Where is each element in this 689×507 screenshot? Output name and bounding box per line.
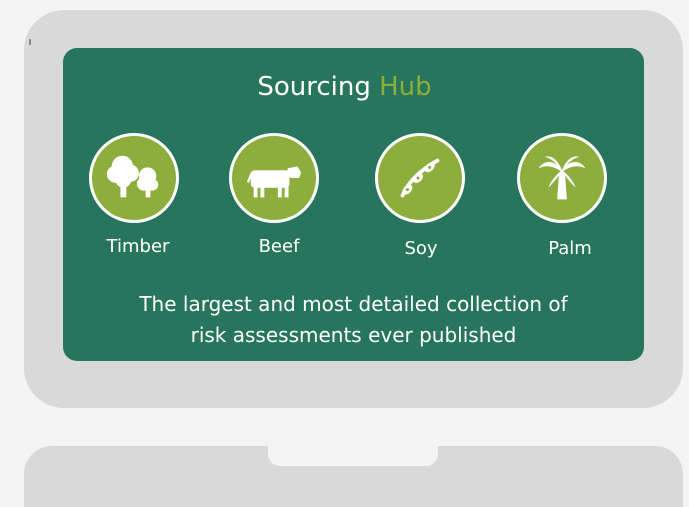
hub-title-accent: Hub xyxy=(379,72,432,102)
soy-button[interactable] xyxy=(375,133,465,223)
hub-title: Sourcing Hub xyxy=(0,70,689,104)
tagline: The largest and most detailed collection… xyxy=(63,289,644,351)
cow-icon xyxy=(246,166,302,198)
palm-button[interactable] xyxy=(517,133,607,223)
timber-button[interactable] xyxy=(89,133,179,223)
soybean-icon xyxy=(400,158,440,198)
timber-label: Timber xyxy=(106,236,170,257)
palm-label: Palm xyxy=(548,238,592,259)
palm-tree-icon xyxy=(538,156,586,200)
tagline-line-1: The largest and most detailed collection… xyxy=(139,292,568,316)
corner-mark xyxy=(29,39,31,45)
beef-label: Beef xyxy=(258,236,300,257)
beef-button[interactable] xyxy=(229,133,319,223)
trees-icon xyxy=(106,155,159,198)
tagline-line-2: risk assessments ever published xyxy=(190,323,517,347)
laptop-base-notch xyxy=(268,446,438,466)
soy-label: Soy xyxy=(404,238,438,259)
hub-title-main: Sourcing xyxy=(257,72,371,102)
